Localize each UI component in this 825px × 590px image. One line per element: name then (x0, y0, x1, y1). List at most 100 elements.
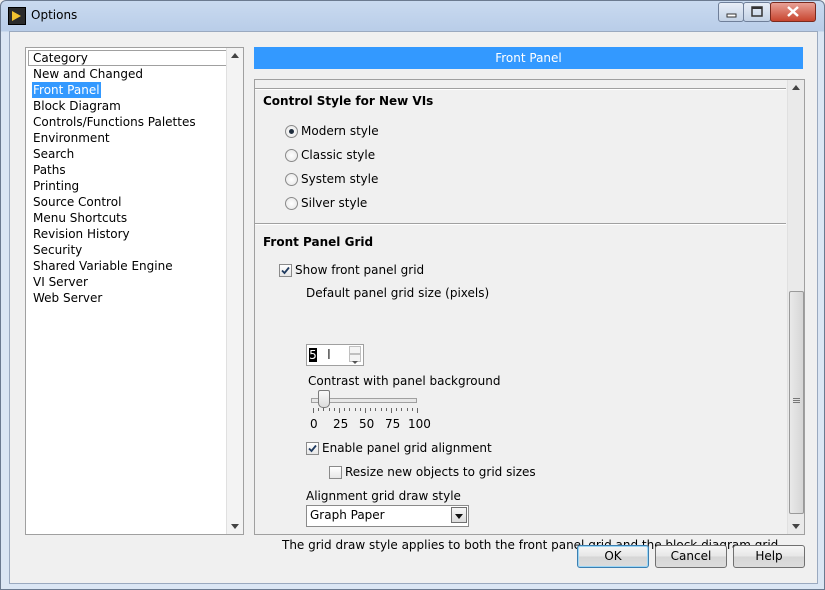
window-title: Options (31, 8, 78, 22)
slider-tick (318, 408, 320, 411)
grid-size-label: Default panel grid size (pixels) (306, 286, 490, 300)
category-item[interactable]: Security (32, 242, 197, 258)
category-item[interactable]: Paths (32, 162, 197, 178)
slider-tick (339, 408, 340, 413)
slider-tick (411, 408, 413, 411)
category-item[interactable]: VI Server (32, 274, 197, 290)
down-arrow-icon (352, 361, 358, 364)
grid-size-value[interactable]: 5 (309, 348, 317, 362)
slider-tick (354, 408, 356, 411)
slider-ticks (313, 408, 418, 414)
text-cursor-icon: I (327, 348, 331, 363)
scroll-down-icon[interactable] (231, 524, 239, 529)
slider-tick (344, 408, 346, 411)
category-item[interactable]: Revision History (32, 226, 197, 242)
slider-tick (385, 408, 387, 411)
category-item[interactable]: Source Control (32, 194, 197, 210)
cancel-button[interactable]: Cancel (655, 545, 727, 568)
slider-tick (349, 408, 351, 411)
scroll-thumb[interactable] (789, 291, 804, 514)
slider-tick (323, 408, 325, 411)
scroll-up-icon[interactable] (792, 85, 800, 90)
category-item[interactable]: New and Changed (32, 66, 197, 82)
checkbox[interactable] (279, 264, 292, 277)
draw-style-label: Alignment grid draw style (306, 489, 461, 503)
category-scrollbar[interactable] (226, 48, 243, 534)
slider-tick (406, 408, 408, 411)
options-window: Options Category New and Changed Front Pa… (0, 0, 825, 590)
category-item[interactable]: Web Server (32, 290, 197, 306)
category-items: New and Changed Front Panel Block Diagram C… (32, 66, 197, 306)
draw-style-select[interactable]: Graph Paper (306, 505, 469, 527)
divider (255, 223, 786, 225)
close-button[interactable] (770, 2, 816, 22)
decrement-button[interactable] (349, 354, 361, 364)
slider-tick (401, 408, 403, 411)
slider-tick (375, 408, 377, 411)
contrast-label: Contrast with panel background (308, 374, 501, 388)
checkbox-label: Resize new objects to grid sizes (345, 465, 536, 479)
grid-size-stepper[interactable]: 5 I (306, 344, 364, 366)
scroll-up-icon[interactable] (231, 53, 239, 58)
category-list[interactable]: Category New and Changed Front Panel Block… (25, 47, 244, 535)
title-bar[interactable]: Options (1, 1, 824, 32)
slider-tick (328, 408, 330, 411)
draw-style-value: Graph Paper (310, 508, 385, 522)
maximize-button[interactable] (743, 2, 771, 22)
increment-button[interactable] (349, 346, 361, 357)
slider-tick (313, 408, 314, 413)
slider-tick (359, 408, 361, 411)
radio-label: Modern style (301, 124, 379, 138)
slider-tick-label: 50 (359, 417, 375, 431)
radio-button[interactable] (285, 173, 298, 186)
check-icon (308, 444, 317, 453)
radio-label: Silver style (301, 196, 368, 210)
dropdown-button[interactable] (451, 507, 467, 523)
checkbox-label: Show front panel grid (295, 263, 425, 277)
category-item[interactable]: Block Diagram (32, 98, 197, 114)
check-icon (281, 266, 290, 275)
category-item[interactable]: Search (32, 146, 197, 162)
slider-tick (391, 408, 392, 413)
page-header: Front Panel (254, 47, 803, 69)
scroll-down-icon[interactable] (792, 524, 800, 529)
slider-tick-label: 75 (385, 417, 401, 431)
front-panel-grid-heading: Front Panel Grid (263, 235, 374, 249)
contrast-slider-thumb[interactable] (318, 390, 331, 408)
radio-button[interactable] (285, 125, 298, 138)
help-button[interactable]: Help (733, 545, 805, 568)
minimize-icon (726, 13, 737, 18)
category-header: Category (28, 50, 229, 66)
minimize-button[interactable] (718, 2, 744, 22)
slider-tick-label: 100 (408, 417, 431, 431)
radio-label: Classic style (301, 148, 376, 162)
radio-button[interactable] (285, 197, 298, 210)
slider-tick (370, 408, 372, 411)
checkbox-label: Enable panel grid alignment (322, 441, 492, 455)
chevron-down-icon (455, 514, 463, 519)
dialog-client: Category New and Changed Front Panel Block… (9, 31, 818, 584)
slider-tick-label: 0 (310, 417, 318, 431)
checkbox[interactable] (306, 442, 319, 455)
checkbox[interactable] (329, 466, 342, 479)
close-icon (787, 6, 799, 17)
stepper-buttons[interactable] (349, 346, 361, 364)
ok-button[interactable]: OK (577, 545, 649, 568)
slider-tick (396, 408, 398, 411)
category-item[interactable]: Environment (32, 130, 197, 146)
grip-icon (793, 398, 800, 399)
control-style-heading: Control Style for New VIs (263, 94, 434, 108)
category-item[interactable]: Controls/Functions Palettes (32, 114, 197, 130)
radio-button[interactable] (285, 149, 298, 162)
category-item[interactable]: Printing (32, 178, 197, 194)
slider-tick (333, 408, 335, 411)
category-item[interactable]: Shared Variable Engine (32, 258, 197, 274)
category-item[interactable]: Menu Shortcuts (32, 210, 197, 226)
category-item[interactable]: Front Panel (32, 82, 101, 98)
maximize-icon (751, 6, 763, 17)
divider (255, 88, 786, 90)
slider-tick (365, 408, 366, 413)
panel-scrollbar[interactable] (787, 80, 804, 534)
slider-tick (380, 408, 382, 411)
slider-tick (417, 408, 418, 413)
